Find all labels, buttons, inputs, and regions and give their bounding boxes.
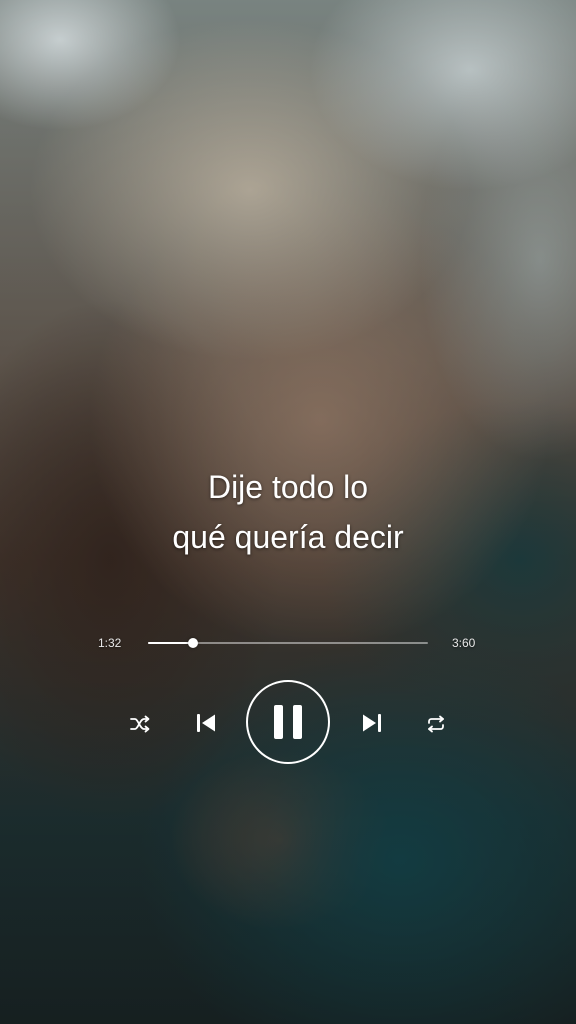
pause-button[interactable]	[246, 680, 330, 764]
repeat-button[interactable]	[422, 710, 450, 738]
progress-bar[interactable]	[148, 638, 428, 648]
lyric-line-2: qué quería decir	[172, 519, 404, 555]
skip-next-icon	[363, 714, 381, 732]
shuffle-button[interactable]	[126, 710, 154, 738]
pause-icon	[274, 705, 302, 739]
next-button[interactable]	[358, 708, 386, 738]
progress-thumb[interactable]	[187, 638, 198, 648]
lyrics-player-screen: Dije todo lo qué quería decir 1:32 3:60	[0, 0, 576, 1024]
previous-button[interactable]	[192, 708, 220, 738]
lyrics-block: Dije todo lo qué quería decir	[0, 462, 576, 562]
elapsed-time: 1:32	[98, 636, 122, 650]
progress-fill	[148, 642, 193, 644]
total-time: 3:60	[452, 636, 476, 650]
repeat-icon	[428, 715, 444, 733]
shuffle-icon	[130, 715, 150, 733]
lyric-line-1: Dije todo lo	[207, 469, 369, 505]
skip-previous-icon	[197, 714, 215, 732]
